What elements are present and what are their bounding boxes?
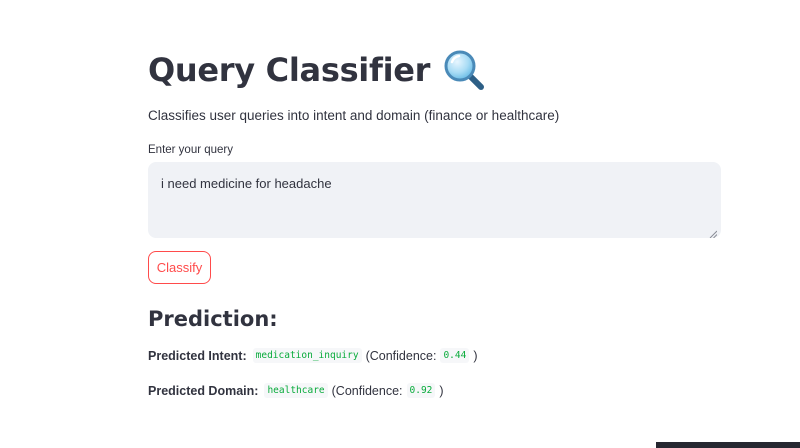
classify-button[interactable]: Classify xyxy=(148,251,211,284)
query-textarea[interactable]: i need medicine for headache xyxy=(148,162,721,239)
corner-bar xyxy=(656,442,800,448)
predicted-domain-value: healthcare xyxy=(264,383,328,398)
resize-grip-icon[interactable] xyxy=(709,226,718,239)
predicted-intent-row: Predicted Intent: medication_inquiry (Co… xyxy=(148,348,482,363)
magnifying-glass-icon xyxy=(442,48,486,92)
query-text: i need medicine for headache xyxy=(161,176,332,191)
domain-confidence-label: (Confidence: xyxy=(331,383,403,398)
page-subtitle: Classifies user queries into intent and … xyxy=(148,108,560,123)
intent-confidence-value: 0.44 xyxy=(440,348,470,363)
title-row: Query Classifier xyxy=(148,48,486,92)
intent-confidence-close: ) xyxy=(473,348,478,363)
predicted-domain-label: Predicted Domain: xyxy=(148,383,259,398)
predicted-intent-value: medication_inquiry xyxy=(252,348,362,363)
prediction-heading: Prediction: xyxy=(148,307,278,331)
domain-confidence-close: ) xyxy=(439,383,444,398)
query-label: Enter your query xyxy=(148,144,234,156)
predicted-domain-row: Predicted Domain: healthcare (Confidence… xyxy=(148,383,448,398)
intent-confidence-label: (Confidence: xyxy=(365,348,437,363)
page-title: Query Classifier xyxy=(148,51,431,89)
domain-confidence-value: 0.92 xyxy=(406,383,436,398)
predicted-intent-label: Predicted Intent: xyxy=(148,348,247,363)
